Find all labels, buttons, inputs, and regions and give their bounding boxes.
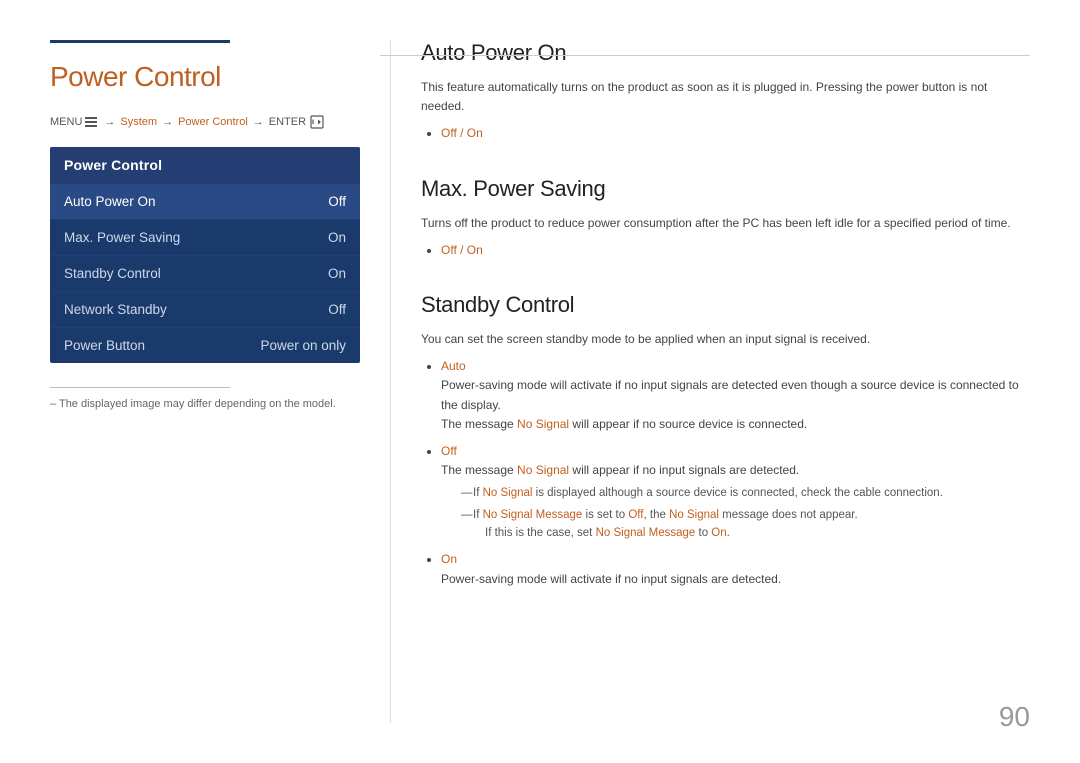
menu-box-title: Power Control	[50, 147, 360, 183]
right-column: Auto Power On This feature automatically…	[390, 40, 1030, 723]
menu-item-auto-power-on-label: Auto Power On	[64, 194, 156, 209]
section-max-power-saving-title: Max. Power Saving	[421, 176, 1020, 202]
top-divider-line	[380, 55, 1030, 56]
section-max-power-saving: Max. Power Saving Turns off the product …	[421, 176, 1020, 260]
menu-label: MENU	[50, 116, 82, 128]
standby-off-note2-on: On	[711, 527, 726, 539]
standby-off-note2-no-signal: No Signal	[669, 509, 719, 521]
page-title: Power Control	[50, 61, 360, 93]
page-number: 90	[999, 701, 1030, 733]
section-max-power-saving-desc: Turns off the product to reduce power co…	[421, 214, 1020, 233]
standby-off-no-signal: No Signal	[517, 463, 569, 477]
breadcrumb-enter: ENTER	[269, 116, 306, 128]
max-power-saving-off-on: Off / On	[441, 243, 483, 257]
menu-icon	[85, 117, 97, 127]
enter-icon	[310, 115, 324, 129]
menu-item-power-button-value: Power on only	[260, 338, 346, 353]
menu-item-network-standby-label: Network Standby	[64, 302, 167, 317]
section-auto-power-on-bullets: Off / On	[421, 124, 1020, 143]
standby-on-label: On	[441, 552, 457, 566]
breadcrumb-arrow-1: →	[104, 116, 115, 128]
menu-item-standby-control-label: Standby Control	[64, 266, 161, 281]
breadcrumb-system: System	[120, 116, 157, 128]
auto-power-on-option: Off / On	[441, 124, 1020, 143]
section-auto-power-on-title: Auto Power On	[421, 40, 1020, 66]
standby-off-note2-msg-link: No Signal Message	[596, 527, 696, 539]
menu-item-network-standby-value: Off	[328, 302, 346, 317]
auto-power-on-off-on: Off / On	[441, 126, 483, 140]
standby-auto-desc1: Power-saving mode will activate if no in…	[441, 378, 1019, 411]
standby-off-note2: If No Signal Message is set to Off, the …	[461, 506, 1020, 543]
section-auto-power-on-desc: This feature automatically turns on the …	[421, 78, 1020, 116]
section-max-power-saving-bullets: Off / On	[421, 241, 1020, 260]
standby-off-note1-no-signal: No Signal	[483, 487, 533, 499]
section-standby-control-title: Standby Control	[421, 292, 1020, 318]
standby-off-note2-no-signal-msg: No Signal Message	[483, 509, 583, 521]
menu-item-power-button-label: Power Button	[64, 338, 145, 353]
breadcrumb-arrow-2: →	[162, 116, 173, 128]
breadcrumb-power-control: Power Control	[178, 116, 248, 128]
max-power-saving-option: Off / On	[441, 241, 1020, 260]
title-rule	[50, 40, 230, 43]
standby-off-label: Off	[441, 444, 457, 458]
left-column: Power Control MENU → System → Power Cont…	[50, 40, 390, 723]
section-standby-control: Standby Control You can set the screen s…	[421, 292, 1020, 589]
menu-item-network-standby[interactable]: Network Standby Off	[50, 291, 360, 327]
standby-off-note2-off: Off	[628, 509, 643, 521]
breadcrumb-arrow-3: →	[253, 116, 264, 128]
standby-control-bullets: Auto Power-saving mode will activate if …	[421, 357, 1020, 589]
note-text: – The displayed image may differ dependi…	[50, 398, 360, 410]
standby-auto-label: Auto	[441, 359, 466, 373]
menu-item-standby-control-value: On	[328, 266, 346, 281]
standby-auto-no-signal: No Signal	[517, 417, 569, 431]
menu-box: Power Control Auto Power On Off Max. Pow…	[50, 147, 360, 363]
menu-item-power-button[interactable]: Power Button Power on only	[50, 327, 360, 363]
standby-on-desc1: Power-saving mode will activate if no in…	[441, 572, 781, 586]
standby-off-desc1: The message No Signal will appear if no …	[441, 463, 799, 477]
menu-item-max-power-saving[interactable]: Max. Power Saving On	[50, 219, 360, 255]
standby-auto-desc2: The message No Signal will appear if no …	[441, 417, 807, 431]
standby-off-sub-notes: If No Signal is displayed although a sou…	[441, 484, 1020, 542]
standby-off-note1: If No Signal is displayed although a sou…	[461, 484, 1020, 502]
standby-on-item: On Power-saving mode will activate if no…	[441, 550, 1020, 588]
menu-item-auto-power-on-value: Off	[328, 194, 346, 209]
section-standby-control-desc: You can set the screen standby mode to b…	[421, 330, 1020, 349]
breadcrumb: MENU → System → Power Control → ENTER	[50, 115, 360, 129]
menu-divider	[50, 387, 230, 388]
standby-auto-item: Auto Power-saving mode will activate if …	[441, 357, 1020, 434]
menu-item-standby-control[interactable]: Standby Control On	[50, 255, 360, 291]
standby-off-item: Off The message No Signal will appear if…	[441, 442, 1020, 543]
menu-item-max-power-saving-label: Max. Power Saving	[64, 230, 180, 245]
menu-item-auto-power-on[interactable]: Auto Power On Off	[50, 183, 360, 219]
menu-item-max-power-saving-value: On	[328, 230, 346, 245]
